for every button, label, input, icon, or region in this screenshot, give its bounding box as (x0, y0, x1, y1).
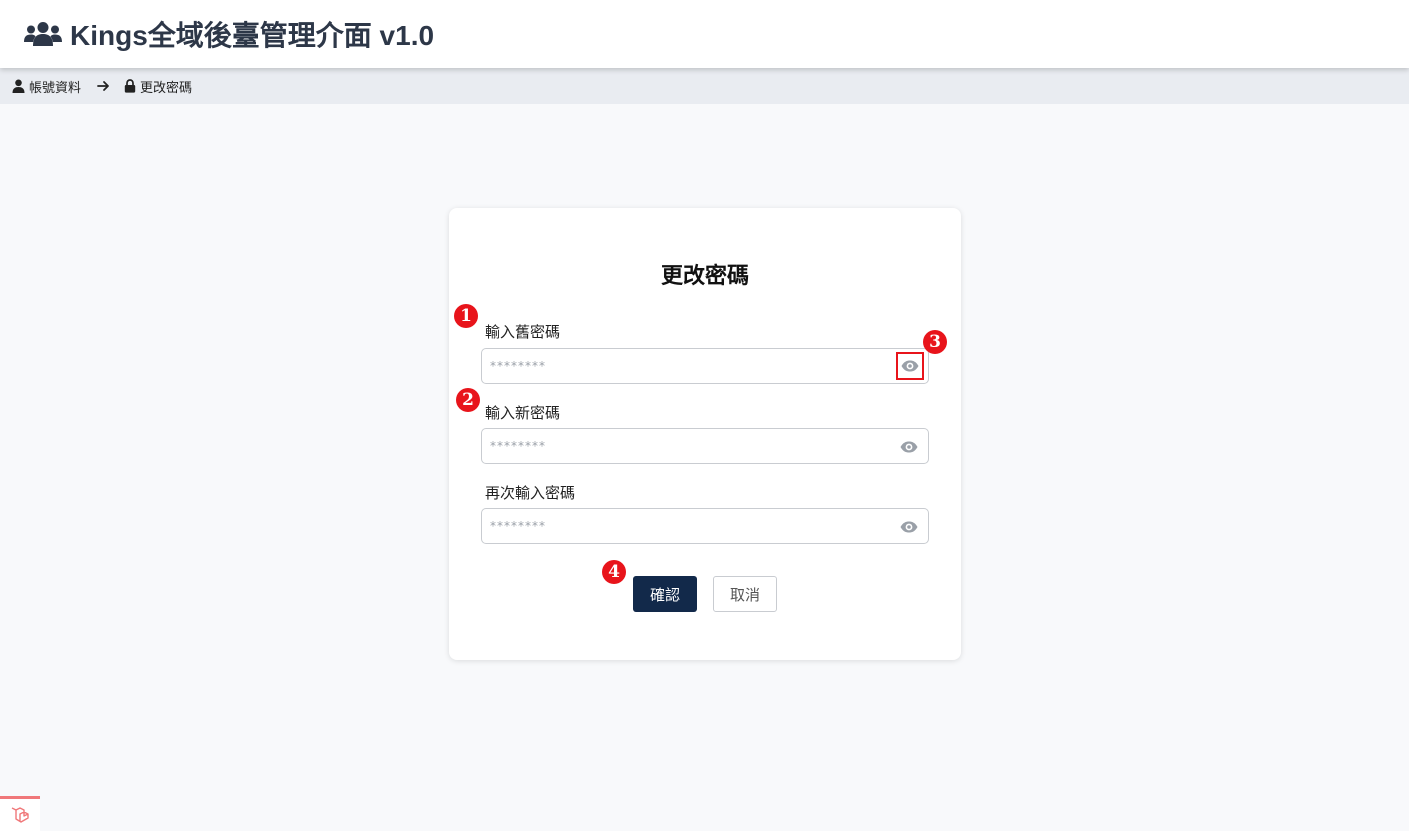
new-password-input[interactable] (482, 429, 890, 463)
confirm-password-input[interactable] (482, 509, 890, 543)
app-title-text: Kings全域後臺管理介面 v1.0 (70, 20, 435, 51)
app-header: Kings全域後臺管理介面 v1.0 (0, 0, 1409, 68)
old-password-input[interactable] (482, 349, 890, 383)
change-password-card: 更改密碼 1 輸入舊密碼 3 2 輸入新密碼 再次輸入密碼 4 確認 取消 (449, 208, 961, 660)
annotation-marker-4: 4 (602, 560, 626, 584)
users-icon (24, 21, 62, 47)
cancel-button[interactable]: 取消 (713, 576, 777, 612)
lock-icon (124, 79, 136, 93)
breadcrumb-label: 帳號資料 (29, 80, 82, 96)
confirm-password-field (481, 508, 929, 544)
eye-icon[interactable] (898, 516, 920, 538)
form-title: 更改密碼 (660, 264, 749, 289)
breadcrumb-label: 更改密碼 (140, 80, 193, 96)
annotation-marker-2: 2 (456, 388, 480, 412)
annotation-marker-1: 1 (454, 304, 478, 328)
confirm-button[interactable]: 確認 (633, 576, 697, 612)
eye-icon[interactable] (898, 436, 920, 458)
old-password-field (481, 348, 929, 384)
eye-icon[interactable] (896, 352, 924, 380)
arrow-right-icon (97, 80, 110, 92)
new-password-label: 輸入新密碼 (485, 404, 561, 422)
old-password-label: 輸入舊密碼 (485, 323, 561, 341)
breadcrumb: 帳號資料 更改密碼 (0, 68, 1409, 104)
new-password-field (481, 428, 929, 464)
annotation-marker-3: 3 (923, 330, 947, 354)
breadcrumb-item-change-password: 更改密碼 (124, 77, 192, 96)
confirm-password-label: 再次輸入密碼 (485, 484, 576, 502)
app-title: Kings全域後臺管理介面 v1.0 (24, 14, 434, 54)
breadcrumb-item-account[interactable]: 帳號資料 (12, 77, 81, 96)
user-icon (12, 79, 25, 93)
laravel-logo-icon (0, 796, 40, 831)
